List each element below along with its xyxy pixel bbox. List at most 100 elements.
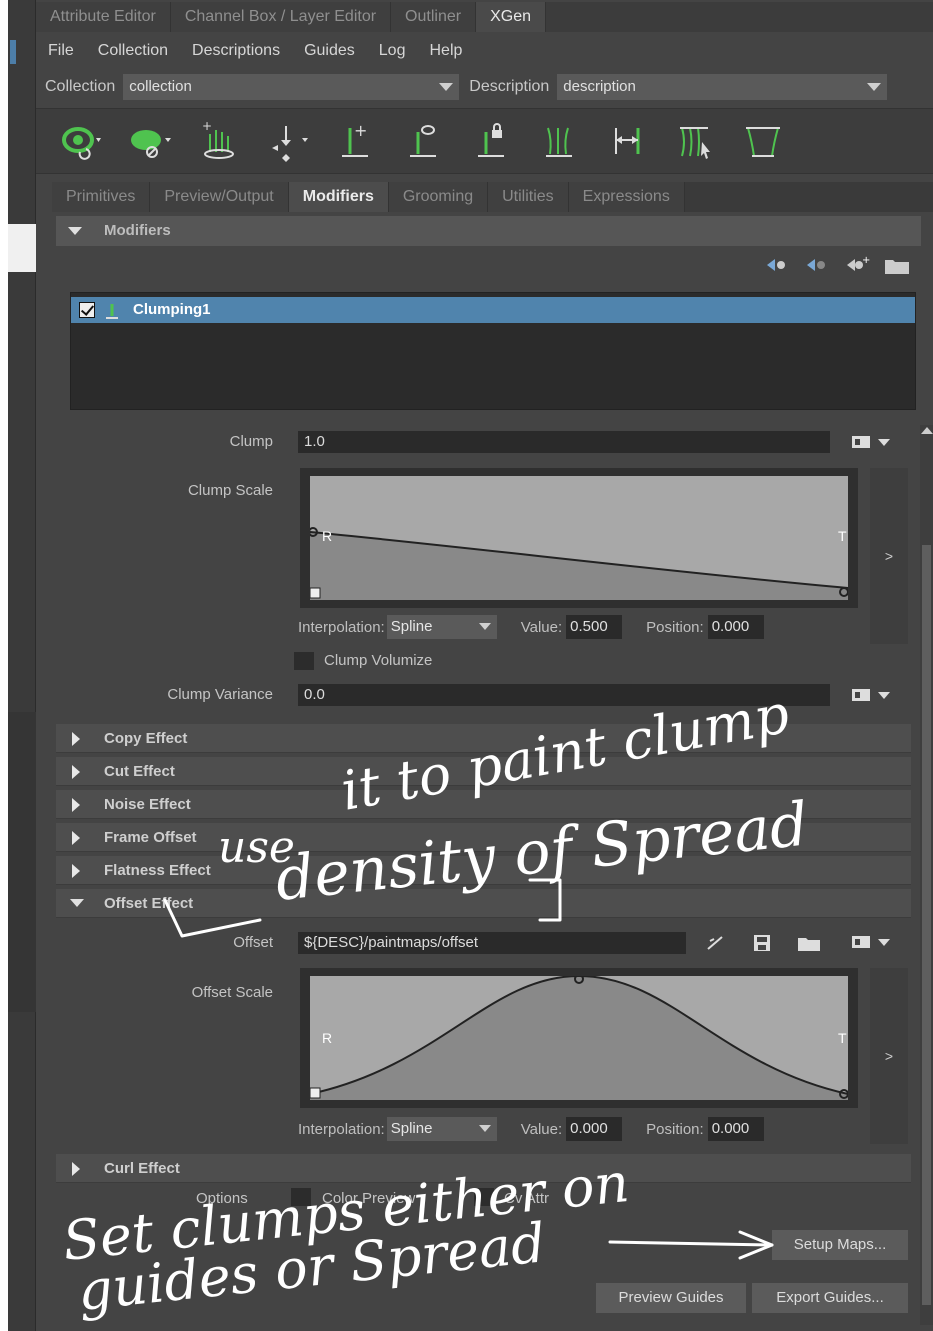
modifier-enable-checkbox[interactable]: [79, 302, 95, 318]
xgen-subtabs: Primitives Preview/Output Modifiers Groo…: [52, 182, 933, 212]
position-field[interactable]: 0.000: [707, 615, 764, 639]
visibility-eye-icon[interactable]: [52, 114, 114, 168]
offset-effect-header[interactable]: Offset Effect: [56, 889, 911, 918]
tab-grooming[interactable]: Grooming: [388, 182, 489, 212]
paint-brush-icon[interactable]: [704, 933, 728, 953]
menu-collection[interactable]: Collection: [86, 36, 180, 66]
clump-scale-ramp[interactable]: R T: [300, 468, 858, 608]
ramp-root-marker: R: [322, 528, 333, 544]
position-label: Position:: [646, 1120, 704, 1138]
ramp-expand-button[interactable]: >: [870, 968, 908, 1144]
menu-descriptions[interactable]: Descriptions: [180, 36, 292, 66]
collection-dropdown[interactable]: collection: [123, 74, 460, 100]
tab-xgen[interactable]: XGen: [476, 2, 546, 32]
tab-primitives[interactable]: Primitives: [52, 182, 151, 212]
export-guides-button[interactable]: Export Guides...: [752, 1283, 908, 1313]
clump-modifier-icon: [105, 302, 119, 319]
clump-field[interactable]: 1.0: [298, 431, 830, 453]
guide-sculpt-icon[interactable]: [392, 114, 454, 168]
guides-select-icon[interactable]: +: [188, 114, 250, 168]
svg-text:+: +: [202, 119, 212, 133]
folder-icon[interactable]: [796, 933, 822, 953]
modifier-list: Clumping1: [70, 292, 916, 410]
guide-comb-icon[interactable]: [664, 114, 726, 168]
description-dropdown[interactable]: description: [557, 74, 888, 100]
folder-icon[interactable]: [883, 254, 911, 276]
guides-move-icon[interactable]: [256, 114, 318, 168]
ramp-expand-button[interactable]: >: [870, 468, 908, 644]
left-dock-strip: [8, 0, 36, 1331]
color-preview-checkbox[interactable]: [291, 1188, 311, 1206]
chevron-down-icon: [478, 1125, 491, 1132]
expression-menu-icon[interactable]: [850, 432, 894, 452]
interpolation-value: Spline: [390, 618, 433, 635]
value-field[interactable]: 0.500: [566, 615, 623, 639]
interpolation-dropdown[interactable]: Spline: [386, 615, 497, 639]
add-modifier-icon[interactable]: +: [843, 254, 871, 276]
expression-menu-icon[interactable]: [850, 932, 894, 952]
interpolation-dropdown[interactable]: Spline: [386, 1117, 497, 1141]
clump-variance-label: Clump Variance: [167, 686, 273, 703]
collection-value: collection: [129, 78, 192, 95]
expression-menu-icon[interactable]: [850, 685, 894, 705]
cv-attr-checkbox[interactable]: [474, 1188, 494, 1206]
preview-guides-button[interactable]: Preview Guides: [596, 1283, 746, 1313]
cut-effect-label: Cut Effect: [104, 763, 175, 780]
tab-channel-box[interactable]: Channel Box / Layer Editor: [170, 2, 392, 32]
menu-file[interactable]: File: [36, 36, 86, 66]
position-field[interactable]: 0.000: [707, 1117, 764, 1141]
offset-effect-label: Offset Effect: [104, 895, 194, 912]
description-label: Description: [469, 78, 550, 95]
menu-guides[interactable]: Guides: [292, 36, 367, 66]
modifier-item-clumping1[interactable]: Clumping1: [71, 297, 915, 323]
tab-modifiers[interactable]: Modifiers: [288, 182, 389, 212]
tab-preview-output[interactable]: Preview/Output: [150, 182, 289, 212]
offset-scale-label: Offset Scale: [191, 984, 273, 1001]
guide-lock-icon[interactable]: [460, 114, 522, 168]
clump-label: Clump: [229, 433, 273, 450]
flatness-effect-header[interactable]: Flatness Effect: [56, 856, 911, 885]
collapsed-triangle-icon: [72, 798, 80, 812]
interpolation-value: Spline: [390, 1120, 433, 1137]
guide-length-icon[interactable]: [596, 114, 658, 168]
offset-scale-ramp[interactable]: R T: [300, 968, 858, 1108]
move-up-icon[interactable]: [763, 254, 791, 276]
frame-offset-header[interactable]: Frame Offset: [56, 823, 911, 852]
menu-help[interactable]: Help: [417, 36, 474, 66]
clump-variance-field[interactable]: 0.0: [298, 684, 830, 706]
modifiers-section-header[interactable]: Modifiers: [56, 216, 921, 246]
dock-handle[interactable]: [10, 40, 16, 64]
value-field[interactable]: 0.000: [566, 1117, 623, 1141]
menu-bar: File Collection Descriptions Guides Log …: [36, 36, 933, 66]
scrollbar-thumb[interactable]: [922, 545, 931, 1305]
tab-utilities[interactable]: Utilities: [488, 182, 569, 212]
offset-map-field[interactable]: ${DESC}/paintmaps/offset: [298, 932, 686, 954]
clump-scale-label: Clump Scale: [187, 482, 273, 499]
tab-expressions[interactable]: Expressions: [568, 182, 685, 212]
cut-effect-header[interactable]: Cut Effect: [56, 757, 911, 786]
tab-attribute-editor[interactable]: Attribute Editor: [36, 2, 171, 32]
flatness-effect-label: Flatness Effect: [104, 862, 211, 879]
copy-effect-header[interactable]: Copy Effect: [56, 724, 911, 753]
guide-bend-icon[interactable]: [732, 114, 794, 168]
value-label: Value:: [520, 1120, 563, 1138]
cv-attr-label: Cv Attr: [504, 1190, 550, 1207]
move-down-icon[interactable]: [803, 254, 831, 276]
save-icon[interactable]: [750, 933, 774, 953]
clump-volumize-checkbox[interactable]: [294, 652, 314, 670]
add-guide-icon[interactable]: +: [324, 114, 386, 168]
collapsed-triangle-icon: [72, 831, 80, 845]
setup-maps-button[interactable]: Setup Maps...: [772, 1230, 908, 1260]
create-description-icon[interactable]: [120, 114, 182, 168]
scroll-up-icon[interactable]: [921, 427, 933, 434]
guide-rebuild-icon[interactable]: [528, 114, 590, 168]
frame-offset-label: Frame Offset: [104, 829, 197, 846]
curl-effect-header[interactable]: Curl Effect: [56, 1154, 911, 1183]
noise-effect-header[interactable]: Noise Effect: [56, 790, 911, 819]
chevron-down-icon: [439, 83, 454, 91]
panel-scrollbar[interactable]: [920, 425, 933, 1325]
tab-outliner[interactable]: Outliner: [391, 2, 477, 32]
collapsed-triangle-icon: [72, 1162, 80, 1176]
menu-log[interactable]: Log: [367, 36, 418, 66]
ramp-root-marker: R: [322, 1030, 333, 1046]
